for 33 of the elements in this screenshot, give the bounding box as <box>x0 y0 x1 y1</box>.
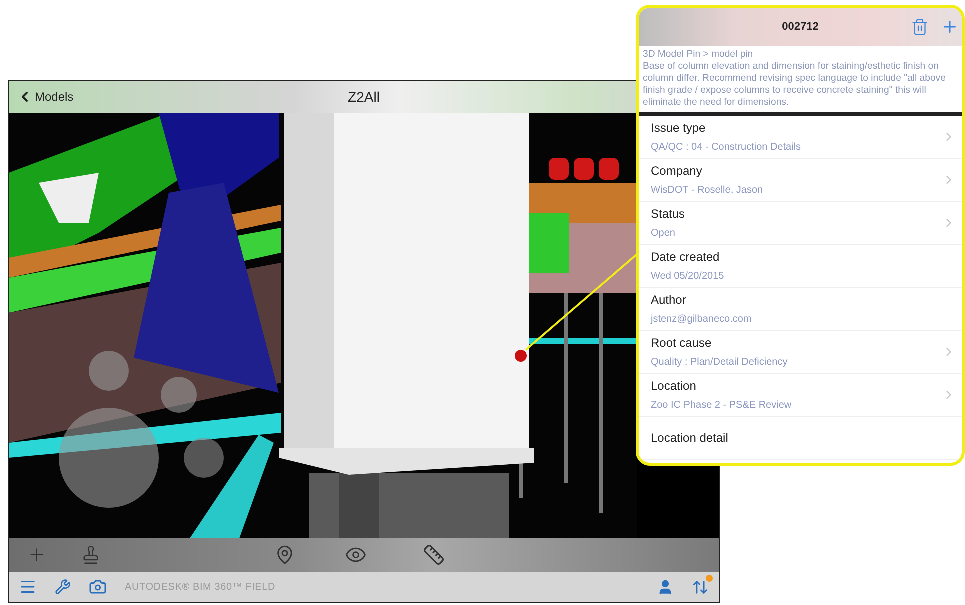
field-value: WisDOT - Roselle, Jason <box>651 185 764 196</box>
field-label: Location detail <box>651 431 730 445</box>
ruler-icon[interactable] <box>421 542 447 568</box>
field-value: Zoo IC Phase 2 - PS&E Review <box>651 400 793 411</box>
field-value: Quality : Plan/Detail Deficiency <box>651 357 789 368</box>
model-title: Z2All <box>348 89 380 105</box>
back-button[interactable]: Models <box>9 89 82 105</box>
field-row[interactable]: Company WisDOT - Roselle, Jason <box>639 159 962 202</box>
trash-icon[interactable] <box>911 18 929 36</box>
menu-icon[interactable] <box>19 578 37 596</box>
brand-logo-text: AUTODESK® BIM 360™ FIELD <box>125 582 277 592</box>
field-label: Root cause <box>651 336 713 350</box>
camera-icon[interactable] <box>89 578 107 596</box>
field-label: Issue type <box>651 121 707 135</box>
field-label: Date created <box>651 250 721 264</box>
field-value: Open <box>651 228 676 239</box>
field-row[interactable]: Status Open <box>639 202 962 245</box>
field-label: Company <box>651 164 704 178</box>
field-value: QA/QC : 04 - Construction Details <box>651 142 802 153</box>
field-row[interactable]: Issue type QA/QC : 04 - Construction Details <box>639 116 962 159</box>
wrench-icon[interactable] <box>55 579 71 595</box>
user-icon[interactable] <box>657 578 674 596</box>
field-row[interactable]: Location Zoo IC Phase 2 - PS&E Review <box>639 374 962 417</box>
add-icon[interactable] <box>941 18 959 36</box>
field-label: Location <box>651 379 698 393</box>
field-value: Wed 05/20/2015 <box>651 271 726 282</box>
field-label: Status <box>651 207 686 221</box>
field-value: jstenz@gilbaneco.com <box>651 314 753 325</box>
issue-number: 002712 <box>782 21 819 33</box>
issue-description: Base of column elevation and dimension for staining/esthetic finish on column differ. Recommend revising spec language to include "all above finish grade / expose columns to receive concrete staining" this will eliminate the need for dimensions. <box>643 61 947 109</box>
field-label: Author <box>651 293 688 307</box>
breadcrumb-text: 3D Model Pin > model pin <box>643 49 754 61</box>
field-row[interactable]: Root cause Quality : Plan/Detail Deficiency <box>639 331 962 374</box>
